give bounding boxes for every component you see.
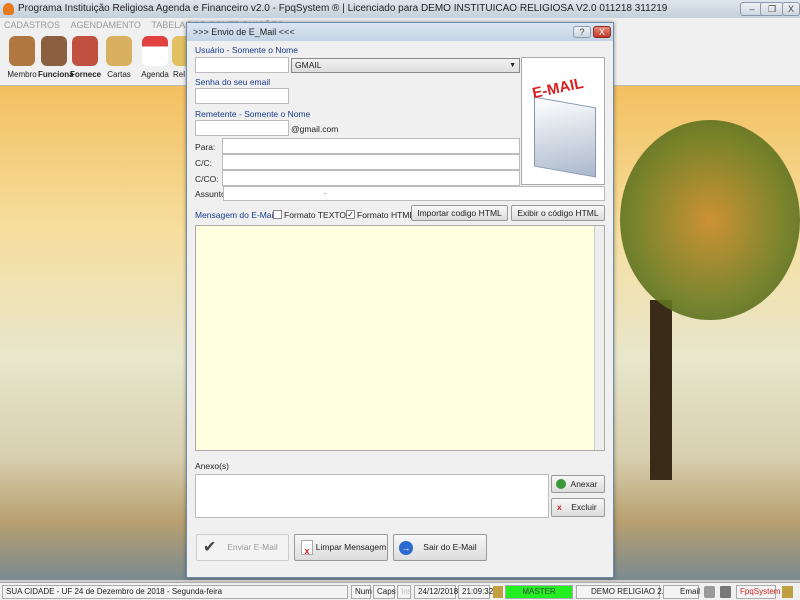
status-date: 24/12/2018 — [414, 585, 458, 599]
window-title: Programa Instituição Religiosa Agenda e … — [18, 3, 668, 14]
supplier-icon — [72, 36, 98, 66]
remetente-input[interactable] — [195, 120, 289, 136]
status-ins: Ins — [397, 585, 412, 599]
toolbar-funciona[interactable]: Funciona — [38, 34, 74, 82]
remetente-label: Remetente - Somente o Nome — [195, 109, 311, 119]
status-brand: FpqSystem — [736, 585, 780, 599]
wallpaper-tree — [620, 120, 800, 320]
status-db: DEMO RELIGIAO 2.0 — [576, 585, 668, 599]
cc-input[interactable] — [222, 154, 520, 170]
report-icon — [172, 36, 186, 66]
arrow-right-icon: → — [399, 541, 413, 555]
senha-input[interactable] — [195, 88, 289, 104]
status-time: 21:09:32 — [458, 585, 493, 599]
anexos-list[interactable] — [195, 474, 549, 518]
window-title-bar: Programa Instituição Religiosa Agenda e … — [0, 0, 800, 18]
status-caps: Caps — [373, 585, 396, 599]
dialog-close-button[interactable]: X — [593, 26, 611, 38]
email-dialog: >>> Envio de E_Mail <<< ? X Usuário - So… — [186, 22, 614, 578]
printer-icon[interactable] — [704, 586, 715, 598]
cc-label: C/C: — [195, 158, 212, 168]
sair-email-button[interactable]: → Sair do E-Mail — [393, 534, 487, 561]
employee-icon — [41, 36, 67, 66]
domain-label: @gmail.com — [291, 124, 339, 134]
toolbar-membro[interactable]: Membro — [6, 34, 38, 82]
formato-html-label: Formato HTML — [357, 210, 415, 220]
formato-texto-checkbox[interactable] — [273, 210, 282, 219]
chevron-down-icon: ▼ — [509, 62, 516, 69]
enviar-email-button[interactable]: ✔ Enviar E-Mail — [196, 534, 289, 561]
importar-html-button[interactable]: Importar codigo HTML — [411, 205, 508, 221]
add-icon — [556, 479, 566, 489]
dialog-title: >>> Envio de E_Mail <<< — [187, 23, 613, 41]
restore-button[interactable]: ❐ — [760, 2, 784, 16]
usuario-input[interactable] — [195, 57, 289, 73]
message-scrollbar[interactable] — [594, 226, 604, 450]
limpar-mensagem-button[interactable]: x Limpar Mensagem — [294, 534, 388, 561]
people-icon — [9, 36, 35, 66]
status-city-date: SUA CIDADE - UF 24 de Dezembro de 2018 -… — [2, 585, 348, 599]
scroll-icon — [106, 36, 132, 66]
help-button[interactable]: ? — [573, 26, 591, 38]
close-button[interactable]: X — [782, 2, 800, 16]
toolbar-rel[interactable]: Rel — [172, 34, 186, 82]
clear-document-icon: x — [301, 540, 313, 556]
network-icon[interactable] — [720, 586, 731, 598]
senha-label: Senha do seu email — [195, 77, 271, 87]
user-icon — [493, 586, 503, 598]
formato-texto-label: Formato TEXTO — [284, 210, 347, 220]
formato-html-checkbox[interactable]: ✓ — [346, 210, 355, 219]
delete-icon: x — [557, 502, 562, 512]
para-label: Para: — [195, 142, 216, 152]
anexar-button[interactable]: Anexar — [551, 475, 605, 493]
provider-select[interactable]: GMAIL ▼ — [291, 58, 520, 73]
app-icon — [3, 3, 14, 15]
menu-cadastros[interactable]: CADASTROS — [4, 20, 60, 30]
envelope-icon — [534, 96, 596, 178]
exibir-html-button[interactable]: Exibir o código HTML — [511, 205, 605, 221]
para-input[interactable] — [222, 138, 520, 154]
usuario-label: Usuário - Somente o Nome — [195, 45, 298, 55]
checkmark-icon: ✔ — [203, 539, 217, 556]
toolbar-cartas[interactable]: Cartas — [104, 34, 134, 82]
email-image: E-MAIL — [521, 57, 605, 185]
toolbar-agenda[interactable]: Agenda — [140, 34, 170, 82]
wallpaper-tree-trunk — [650, 300, 672, 480]
info-icon — [782, 586, 793, 598]
email-logo-text: E-MAIL — [530, 74, 585, 103]
assunto-input[interactable]: . — [223, 186, 605, 201]
toolbar-fornece[interactable]: Fornece — [70, 34, 101, 82]
cco-label: C/CO: — [195, 174, 219, 184]
anexos-label: Anexo(s) — [195, 461, 230, 471]
mensagem-label: Mensagem do E-Mail — [195, 210, 276, 220]
message-textarea[interactable] — [195, 225, 605, 451]
excluir-button[interactable]: x Excluir — [551, 498, 605, 517]
menu-agendamento[interactable]: AGENDAMENTO — [71, 20, 141, 30]
cco-input[interactable] — [222, 170, 520, 186]
status-user: MASTER — [505, 585, 573, 599]
calendar-icon — [142, 36, 168, 66]
status-bar: SUA CIDADE - UF 24 de Dezembro de 2018 -… — [0, 582, 800, 600]
status-email[interactable]: Email — [663, 585, 700, 599]
status-num: Num — [351, 585, 372, 599]
